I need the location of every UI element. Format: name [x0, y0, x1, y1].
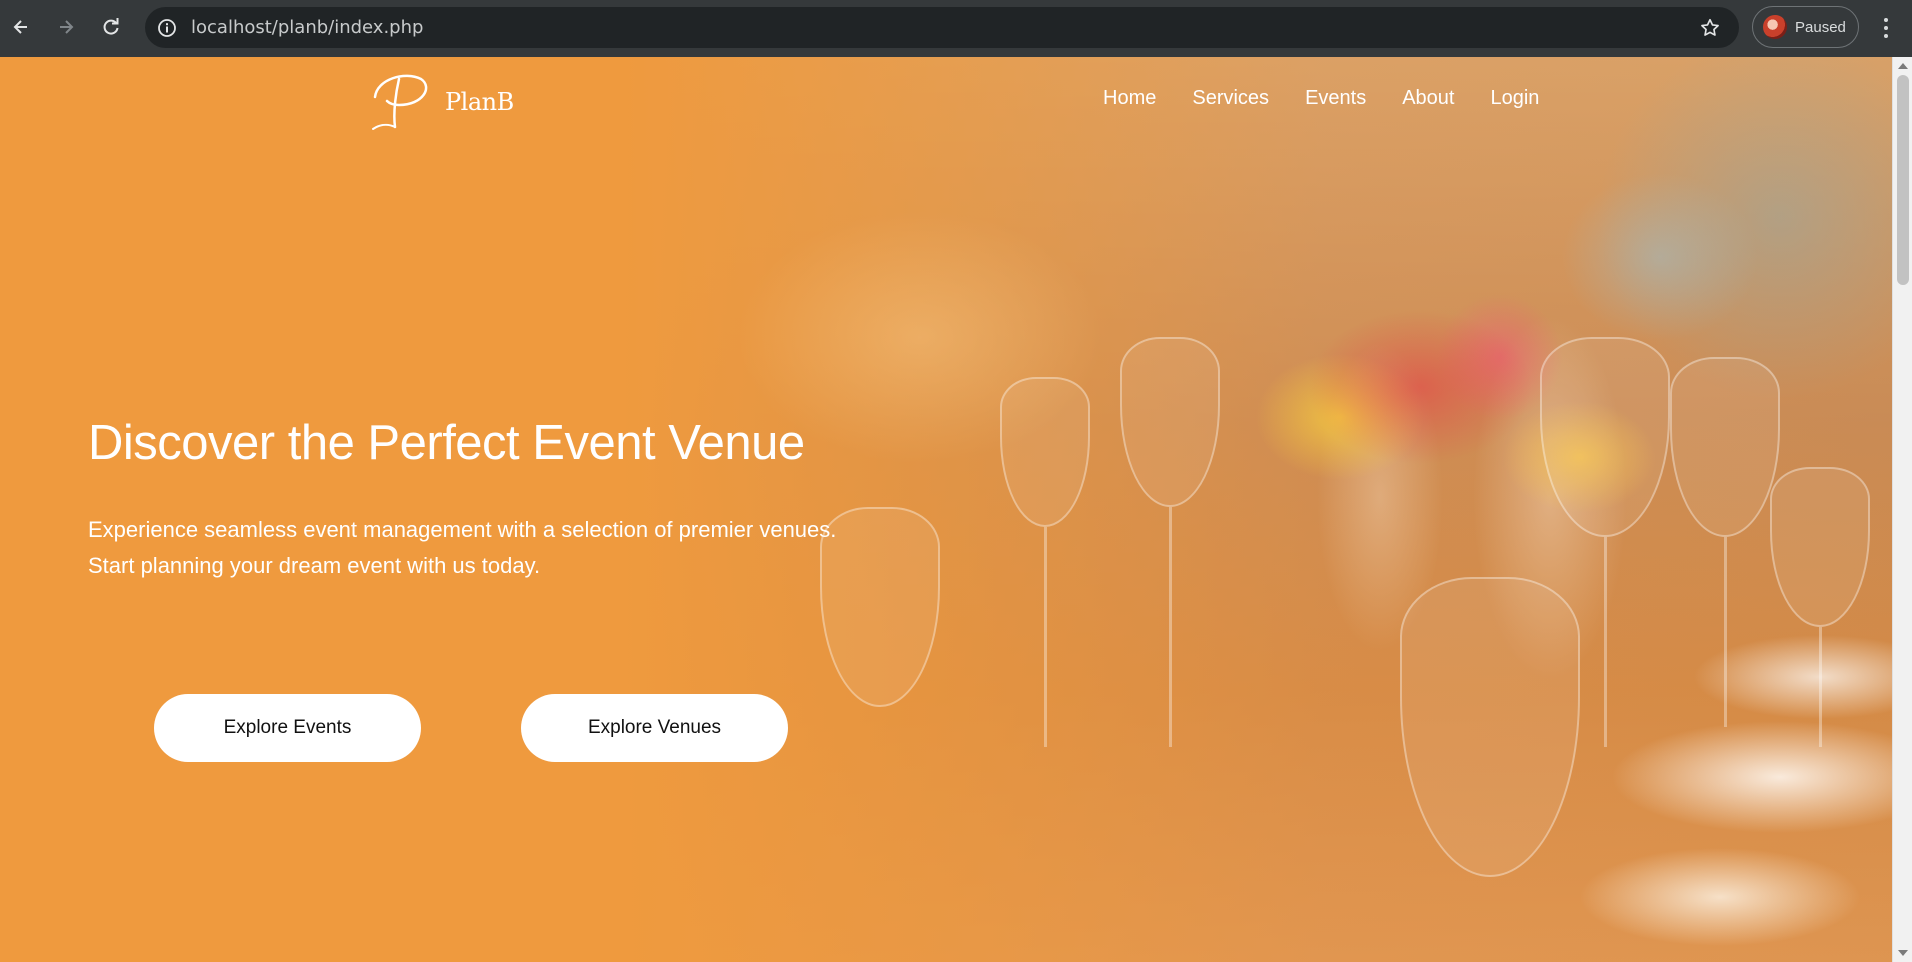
nav-services[interactable]: Services	[1192, 87, 1269, 110]
logo-p-mark-icon	[372, 74, 428, 130]
nav-home[interactable]: Home	[1103, 87, 1156, 110]
profile-status-label: Paused	[1795, 18, 1846, 36]
scroll-down-arrow-icon[interactable]	[1898, 950, 1908, 956]
explore-events-button[interactable]: Explore Events	[154, 694, 421, 762]
site-info-icon[interactable]	[155, 16, 179, 40]
nav-about[interactable]: About	[1402, 87, 1454, 110]
kebab-menu-icon[interactable]	[1874, 12, 1898, 44]
hero-background-image	[620, 57, 1892, 962]
avatar	[1763, 15, 1787, 39]
profile-button[interactable]: Paused	[1752, 6, 1859, 48]
hero-subtitle: Experience seamless event management wit…	[88, 512, 888, 584]
hero-title: Discover the Perfect Event Venue	[88, 416, 805, 470]
back-arrow-icon[interactable]	[4, 10, 38, 44]
address-bar[interactable]: localhost/planb/index.php	[145, 7, 1739, 48]
url-text[interactable]: localhost/planb/index.php	[191, 17, 423, 38]
bookmark-star-icon[interactable]	[1697, 15, 1723, 41]
brand-name: PlanB	[445, 88, 514, 116]
nav-events[interactable]: Events	[1305, 87, 1366, 110]
site-logo[interactable]: PlanB	[365, 67, 514, 137]
scrollbar-thumb[interactable]	[1897, 75, 1909, 285]
forward-arrow-icon[interactable]	[49, 10, 83, 44]
hero-subtitle-line-2: Start planning your dream event with us …	[88, 553, 541, 578]
nav-login[interactable]: Login	[1490, 87, 1539, 110]
page-scrollbar[interactable]	[1892, 57, 1912, 962]
main-nav: Home Services Events About Login	[1103, 87, 1539, 110]
explore-venues-button[interactable]: Explore Venues	[521, 694, 788, 762]
hero-section: PlanB Home Services Events About Login D…	[0, 57, 1892, 962]
page-viewport: PlanB Home Services Events About Login D…	[0, 57, 1912, 962]
browser-toolbar: localhost/planb/index.php Paused	[0, 0, 1912, 57]
reload-icon[interactable]	[94, 10, 128, 44]
hero-subtitle-line-1: Experience seamless event management wit…	[88, 517, 837, 542]
scroll-up-arrow-icon[interactable]	[1898, 63, 1908, 69]
